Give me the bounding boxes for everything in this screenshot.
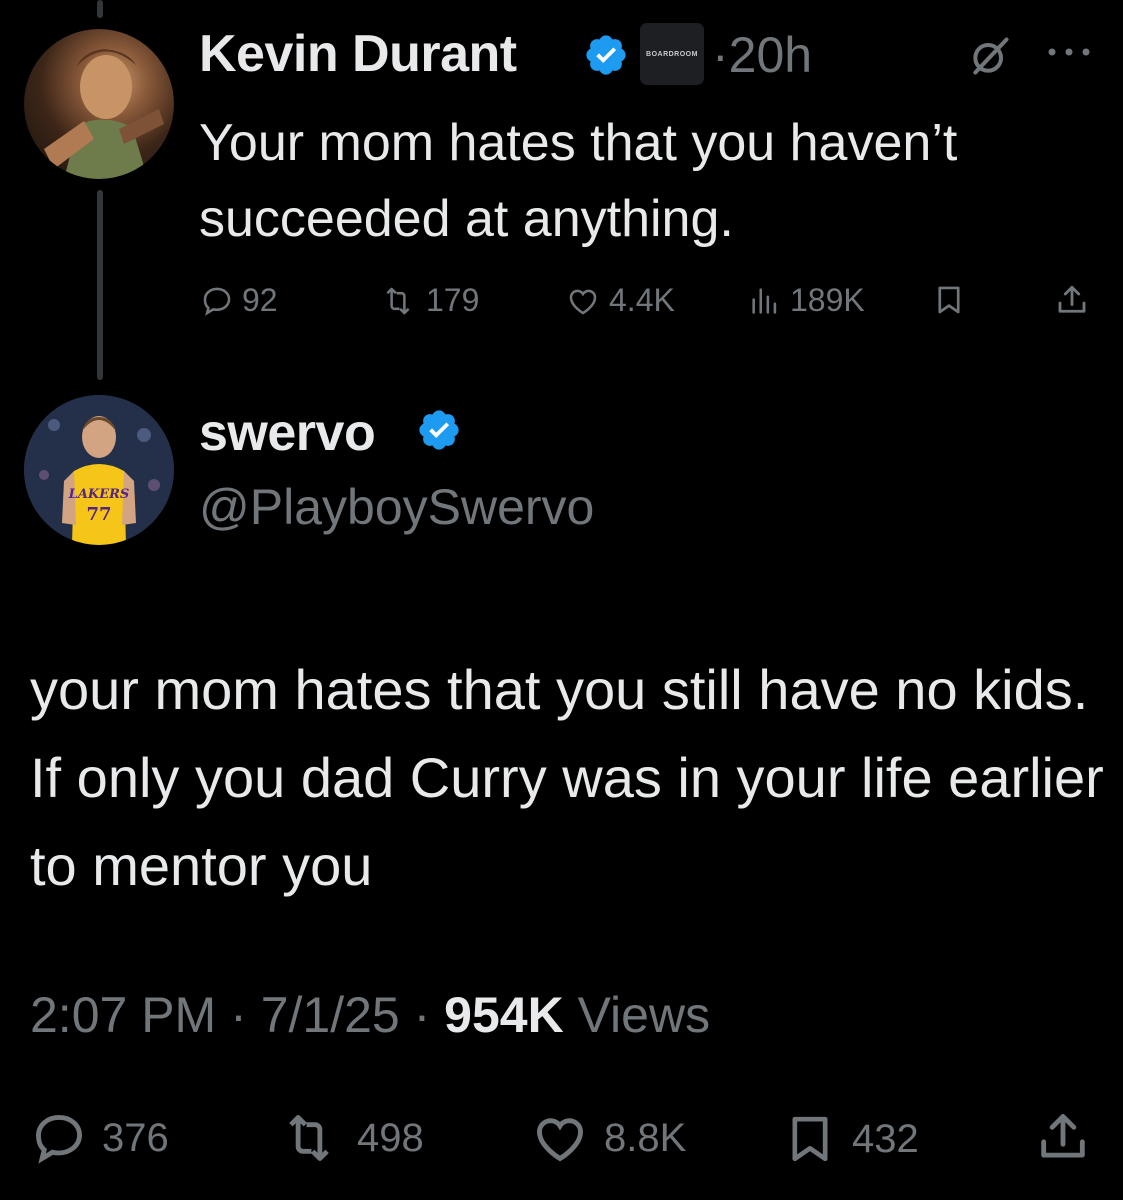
like-icon xyxy=(537,1118,583,1162)
repost-button[interactable]: 498 xyxy=(275,1109,424,1167)
views-button[interactable]: 189K xyxy=(748,282,865,319)
bookmark-button[interactable] xyxy=(932,282,966,318)
bookmark-count: 432 xyxy=(852,1116,919,1161)
reply-button[interactable]: 92 xyxy=(200,282,278,319)
like-button[interactable]: 8.8K xyxy=(530,1109,686,1167)
display-name[interactable]: Kevin Durant xyxy=(199,24,517,84)
reply-icon xyxy=(203,287,231,316)
like-count: 8.8K xyxy=(604,1115,687,1160)
repost-icon xyxy=(386,287,410,314)
share-icon xyxy=(1041,1114,1085,1158)
repost-count: 179 xyxy=(426,282,480,318)
verified-badge-icon xyxy=(586,35,626,75)
reply-button[interactable]: 376 xyxy=(30,1109,169,1167)
action-bar: 376 498 8.8K 432 xyxy=(0,1105,1123,1175)
affiliate-badge[interactable]: BOARDROOM xyxy=(640,23,704,85)
views-label: Views xyxy=(577,987,711,1043)
bookmark-icon xyxy=(792,1116,828,1162)
like-icon xyxy=(569,289,597,315)
views-count: 954K xyxy=(444,987,564,1043)
avatar-illustration xyxy=(44,49,164,179)
bookmark-icon xyxy=(938,286,960,314)
grok-icon[interactable] xyxy=(968,34,1012,78)
reply-count: 376 xyxy=(102,1115,169,1160)
repost-icon xyxy=(289,1115,329,1161)
tweet-text: Your mom hates that you haven’t succeede… xyxy=(199,114,958,248)
like-count: 4.4K xyxy=(609,282,675,318)
reply-count: 92 xyxy=(242,282,278,318)
bookmark-button[interactable]: 432 xyxy=(782,1109,919,1169)
avatar-swervo[interactable]: LAKERS 77 xyxy=(24,395,174,545)
tweet-timestamp[interactable]: ·20h xyxy=(712,26,812,84)
svg-text:77: 77 xyxy=(86,504,111,525)
tweet-time[interactable]: 2:07 PM xyxy=(30,987,216,1043)
like-button[interactable]: 4.4K xyxy=(565,282,675,319)
avatar-photo: LAKERS 77 xyxy=(24,395,174,545)
svg-text:LAKERS: LAKERS xyxy=(68,487,130,502)
tweet-text: your mom hates that you still have no ki… xyxy=(30,658,1104,897)
avatar-kevin-durant[interactable] xyxy=(24,29,174,179)
user-handle[interactable]: @PlayboySwervo xyxy=(199,478,594,536)
reply-icon xyxy=(36,1115,82,1164)
tweet-date[interactable]: 7/1/25 xyxy=(261,987,400,1043)
repost-count: 498 xyxy=(357,1115,424,1160)
verified-badge-icon xyxy=(419,410,459,450)
tweet-meta: 2:07 PM · 7/1/25 · 954K Views xyxy=(30,987,711,1043)
share-button[interactable] xyxy=(1034,1107,1092,1167)
views-icon xyxy=(752,287,777,314)
action-bar: 92 179 4.4K 189K xyxy=(0,280,1123,330)
views-count: 189K xyxy=(790,282,865,318)
more-icon[interactable] xyxy=(1046,42,1092,62)
display-name[interactable]: swervo xyxy=(199,403,376,463)
repost-button[interactable]: 179 xyxy=(378,282,479,319)
share-icon xyxy=(1058,285,1086,313)
share-button[interactable] xyxy=(1054,282,1090,318)
thread-line-top xyxy=(97,0,103,18)
